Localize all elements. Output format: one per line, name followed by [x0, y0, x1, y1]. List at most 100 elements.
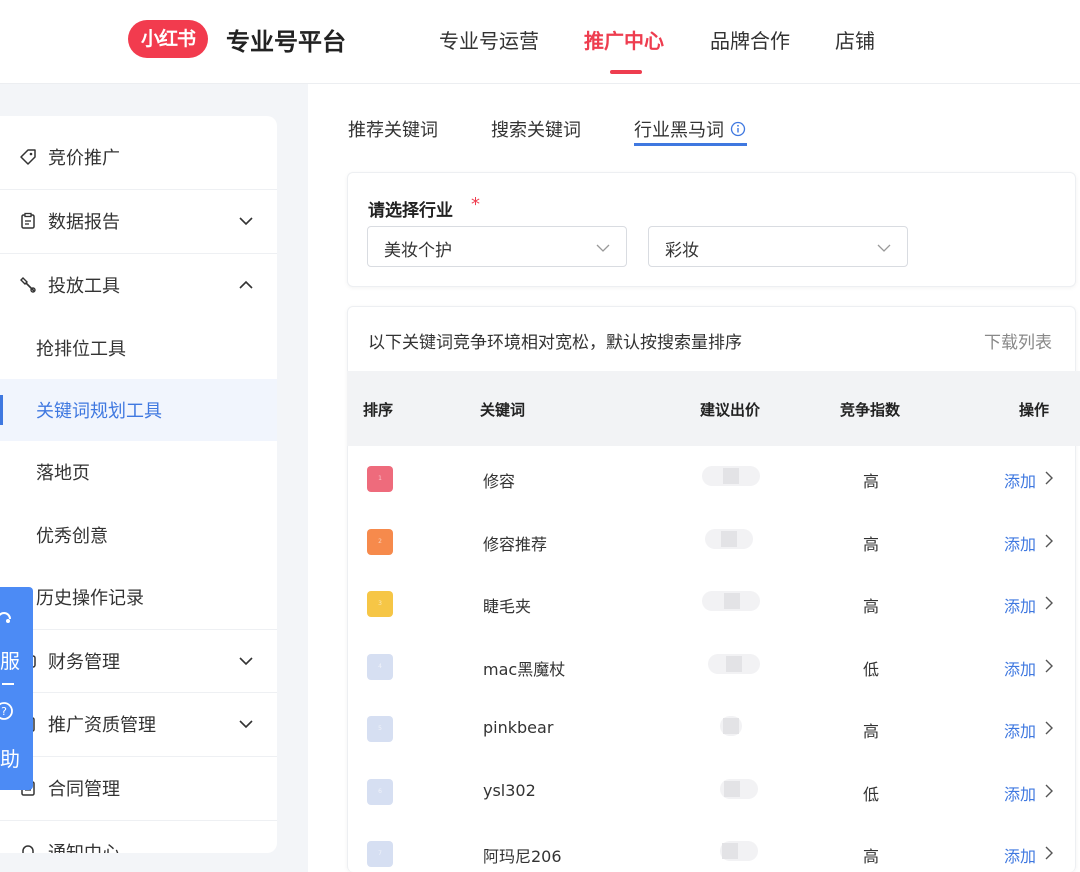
tab-recommended-keywords[interactable]: 推荐关键词 [348, 116, 438, 142]
competition-cell: 高 [863, 472, 880, 491]
rank-badge: 5 [367, 716, 393, 742]
sidebar-item-label: 优秀创意 [36, 526, 108, 547]
table-row: 1 修容 高 添加 [347, 446, 1080, 508]
category-select-value: 彩妆 [665, 241, 699, 261]
competition-cell: 低 [863, 660, 880, 679]
sidebar-item-label: 推广资质管理 [48, 715, 156, 736]
sidebar-item-label: 投放工具 [48, 276, 120, 297]
chevron-right-icon[interactable] [1042, 720, 1056, 740]
sidebar-item-landing-page[interactable]: 落地页 [0, 441, 277, 503]
add-keyword-button[interactable]: 添加 [1004, 531, 1036, 555]
rank-badge: 6 [367, 779, 393, 805]
sidebar-item-bidding-promotion[interactable]: 竞价推广 [0, 126, 277, 188]
info-icon[interactable] [730, 121, 746, 141]
rank-badge: 1 [367, 466, 393, 492]
competition-cell: 高 [863, 535, 880, 554]
tag-icon [18, 147, 38, 167]
sidebar-item-label: 落地页 [36, 463, 90, 484]
add-keyword-button[interactable]: 添加 [1004, 468, 1036, 492]
sidebar-item-data-report[interactable]: 数据报告 [0, 190, 277, 252]
keyword-cell: 修容推荐 [483, 535, 548, 554]
sidebar-item-keyword-planner[interactable]: 关键词规划工具 [0, 379, 277, 441]
clipboard-icon [18, 211, 38, 231]
rank-badge: 7 [367, 841, 393, 867]
sidebar-item-label: 历史操作记录 [36, 588, 144, 609]
column-competition: 竞争指数 [840, 401, 901, 419]
tools-icon [18, 275, 38, 295]
list-tip: 以下关键词竞争环境相对宽松，默认按搜索量排序 [368, 333, 742, 353]
customer-service-widget[interactable]: 服 ? 助 [0, 587, 33, 790]
sidebar-item-contract[interactable]: 合同管理 [0, 757, 277, 819]
brand-logo[interactable]: 小红书 [128, 20, 208, 58]
sidebar-item-label: 竞价推广 [48, 148, 120, 169]
add-keyword-button[interactable]: 添加 [1004, 781, 1036, 805]
column-action: 操作 [1019, 401, 1050, 419]
download-list-link[interactable]: 下载列表 [984, 328, 1052, 353]
table-row: 3 睫毛夹 高 添加 [347, 571, 1080, 633]
sidebar-item-notifications[interactable]: 通知中心 [0, 821, 277, 853]
industry-select[interactable]: 美妆个护 [367, 226, 627, 267]
add-keyword-button[interactable]: 添加 [1004, 718, 1036, 742]
column-rank: 排序 [363, 401, 394, 419]
chevron-right-icon[interactable] [1042, 470, 1056, 490]
chevron-down-icon [236, 651, 256, 671]
nav-active-indicator [610, 70, 642, 74]
keyword-cell: pinkbear [483, 718, 554, 737]
keyword-cell: 睫毛夹 [483, 597, 532, 616]
add-keyword-button[interactable]: 添加 [1004, 656, 1036, 680]
sidebar-item-history-log[interactable]: 历史操作记录 [0, 566, 277, 628]
bid-cell-blurred [702, 591, 760, 611]
tab-industry-darkhorse[interactable]: 行业黑马词 [634, 116, 724, 142]
nav-promotion-center[interactable]: 推广中心 [584, 25, 664, 54]
tab-active-indicator [634, 143, 747, 146]
chevron-down-icon [236, 714, 256, 734]
industry-label: 请选择行业 [368, 201, 453, 221]
bid-cell-blurred [720, 841, 758, 861]
column-keyword: 关键词 [480, 401, 526, 419]
nav-store[interactable]: 店铺 [835, 25, 875, 54]
keyword-cell: 阿玛尼206 [483, 847, 562, 866]
sidebar-item-qualification[interactable]: 推广资质管理 [0, 693, 277, 755]
bell-icon [18, 842, 38, 853]
keyword-cell: 修容 [483, 472, 516, 491]
sidebar-item-label: 关键词规划工具 [36, 401, 162, 422]
industry-select-value: 美妆个护 [384, 241, 452, 261]
headset-icon [0, 612, 11, 623]
divider [2, 683, 14, 685]
chevron-up-icon [236, 275, 256, 295]
sidebar-item-excellent-creative[interactable]: 优秀创意 [0, 504, 277, 566]
chevron-right-icon[interactable] [1042, 595, 1056, 615]
sidebar-item-delivery-tools[interactable]: 投放工具 [0, 254, 277, 316]
chevron-right-icon[interactable] [1042, 658, 1056, 678]
column-suggested-bid: 建议出价 [700, 401, 761, 419]
chevron-right-icon[interactable] [1042, 845, 1056, 865]
sidebar-item-label: 合同管理 [48, 779, 120, 800]
platform-title: 专业号平台 [226, 28, 346, 56]
table-row: 5 pinkbear 高 添加 [347, 696, 1080, 758]
competition-cell: 高 [863, 847, 880, 866]
sidebar-item-label: 数据报告 [48, 212, 120, 233]
chevron-right-icon[interactable] [1042, 783, 1056, 803]
help-icon: ? [0, 702, 13, 720]
sidebar: 竞价推广 数据报告 投放工具 抢排位工具 关键词规划工具 落地页 优秀创意 历史… [0, 116, 277, 853]
svg-text:?: ? [1, 705, 7, 718]
nav-brand-cooperation[interactable]: 品牌合作 [710, 25, 790, 54]
bid-cell-blurred [708, 654, 760, 674]
add-keyword-button[interactable]: 添加 [1004, 593, 1036, 617]
nav-pro-operation[interactable]: 专业号运营 [439, 25, 539, 54]
tab-search-keywords[interactable]: 搜索关键词 [491, 116, 581, 142]
competition-cell: 低 [863, 785, 880, 804]
rank-badge: 4 [367, 654, 393, 680]
sidebar-item-rank-tool[interactable]: 抢排位工具 [0, 317, 277, 379]
sidebar-item-label: 通知中心 [48, 839, 120, 853]
chevron-down-icon [236, 211, 256, 231]
sidebar-item-finance[interactable]: 财务管理 [0, 630, 277, 692]
sidebar-active-indicator [0, 395, 3, 425]
category-select[interactable]: 彩妆 [648, 226, 908, 267]
required-mark: * [471, 194, 480, 215]
bid-cell-blurred [705, 529, 753, 549]
add-keyword-button[interactable]: 添加 [1004, 843, 1036, 867]
chevron-down-icon [594, 239, 612, 262]
competition-cell: 高 [863, 722, 880, 741]
chevron-right-icon[interactable] [1042, 533, 1056, 553]
